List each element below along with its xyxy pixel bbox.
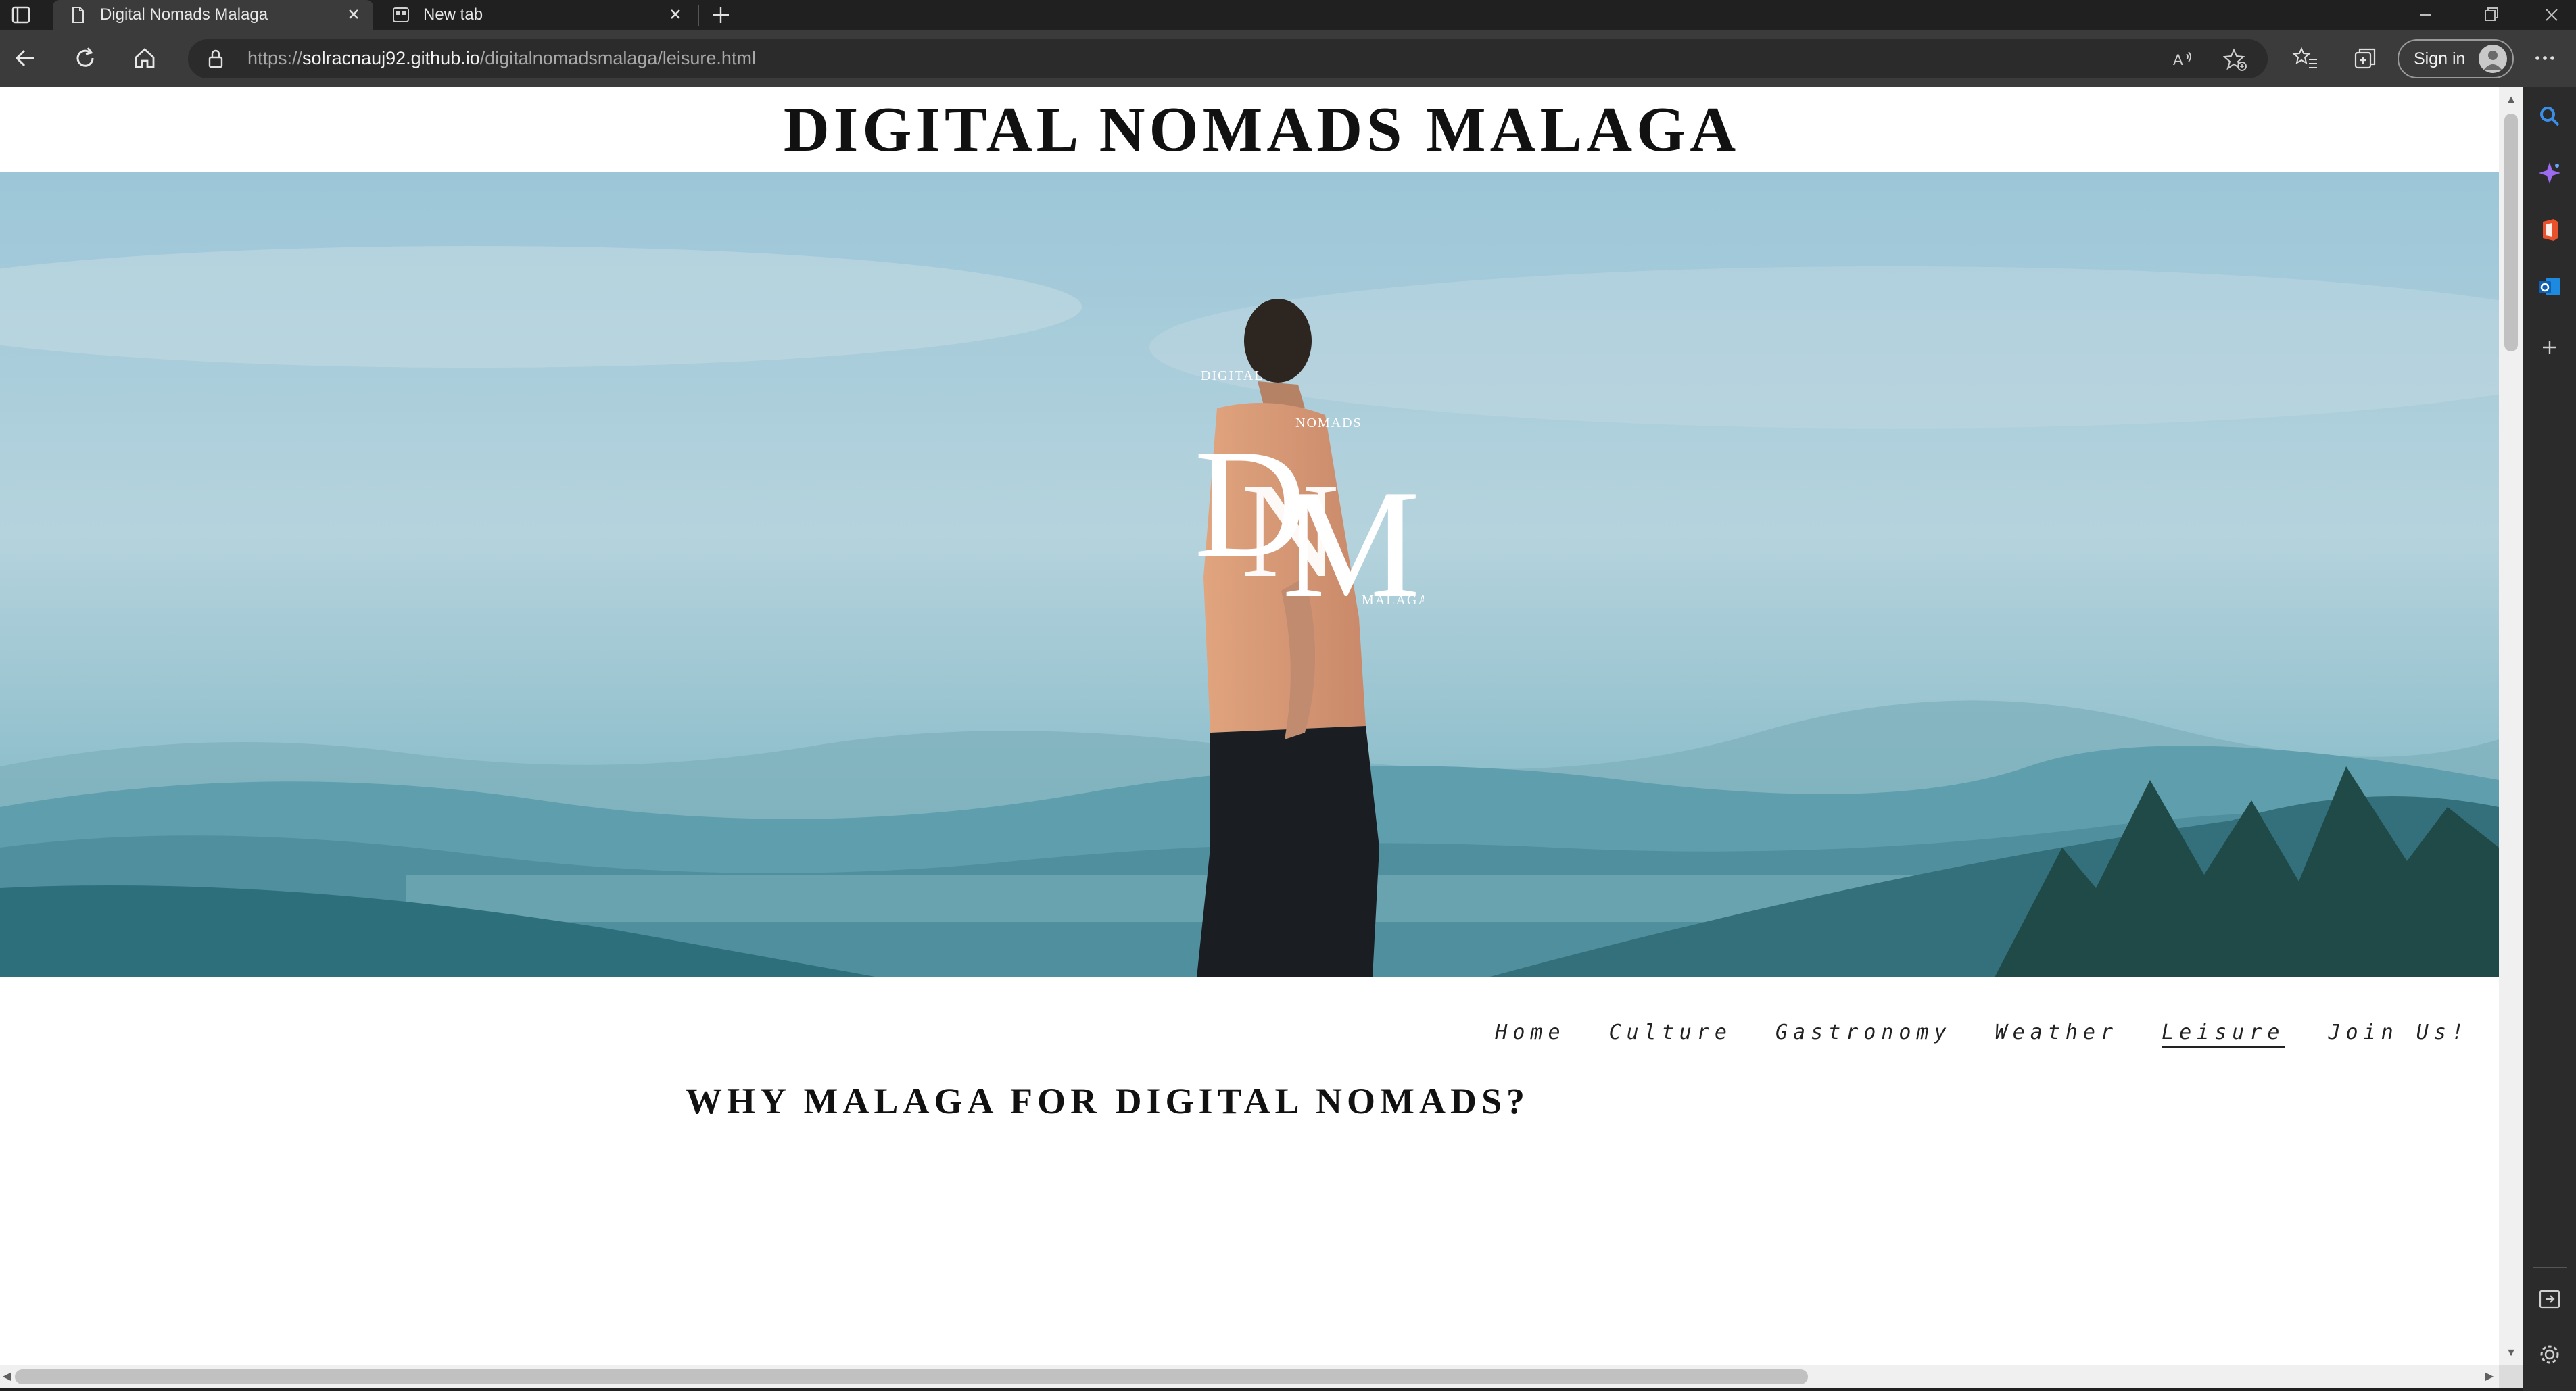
close-icon[interactable] [343,4,364,24]
nav-home[interactable]: Home [1495,1021,1565,1044]
nav-gastronomy[interactable]: Gastronomy [1775,1021,1952,1044]
nav-culture[interactable]: Culture [1609,1021,1732,1044]
nav-join-us[interactable]: Join Us! [2329,1021,2470,1044]
tab-digital-nomads[interactable]: Digital Nomads Malaga [53,0,373,30]
tab-strip: Digital Nomads Malaga New tab [0,0,2576,30]
scroll-down-icon[interactable]: ▼ [2506,1348,2517,1359]
nav-weather[interactable]: Weather [1995,1021,2118,1044]
tab-new-tab[interactable]: New tab [376,0,695,30]
address-bar[interactable]: https://solracnauj92.github.io/digitalno… [188,39,2268,78]
section-title: WHY MALAGA FOR DIGITAL NOMADS? [685,1081,1530,1121]
home-icon[interactable] [130,43,160,73]
horizontal-scroll-thumb[interactable] [15,1369,1808,1384]
profile-icon [2483,51,2502,70]
add-favorite-icon[interactable] [2223,47,2247,72]
url-path: /digitalnomadsmalaga/leisure.html [479,48,756,68]
scroll-up-icon[interactable]: ▲ [2506,95,2517,105]
lock-icon[interactable] [204,47,227,70]
url-text[interactable]: https://solracnauj92.github.io/digitalno… [247,48,756,69]
refresh-icon[interactable] [70,43,100,73]
nav-leisure[interactable]: Leisure [2162,1021,2285,1044]
scrollbar-corner [2499,1365,2523,1388]
close-icon[interactable] [665,4,686,24]
minimize-icon[interactable] [2411,1,2441,28]
copilot-icon[interactable] [2536,160,2563,187]
page-viewport: DIGITAL NOMADS MALAGA DIGITAL NOMADS MAL… [0,87,2523,1388]
tab-actions-icon[interactable] [8,4,34,26]
vertical-scroll-thumb[interactable] [2504,114,2518,351]
tab-title: New tab [423,5,483,24]
read-aloud-icon[interactable]: A [2170,47,2195,72]
settings-gear-icon[interactable] [2536,1341,2563,1368]
browser-window: Digital Nomads Malaga New tab https://so… [0,0,2576,1391]
tab-divider [698,5,699,26]
browser-toolbar: https://solracnauj92.github.io/digitalno… [0,30,2576,87]
svg-text:M: M [1282,458,1421,610]
page-icon [72,7,84,23]
url-host: solracnauj92.github.io [302,48,480,68]
scroll-left-icon[interactable]: ◀ [1,1371,12,1383]
more-options-icon[interactable] [2530,45,2560,72]
site-title: DIGITAL NOMADS MALAGA [783,95,1740,165]
scroll-right-icon[interactable]: ▶ [2484,1371,2495,1383]
favorites-icon[interactable] [2292,45,2319,72]
new-tab-plus-icon[interactable] [709,3,733,27]
office-icon[interactable] [2536,216,2563,243]
close-window-icon[interactable] [2537,1,2567,28]
edge-sidebar [2523,87,2576,1391]
back-icon[interactable] [11,43,41,73]
collections-icon[interactable] [2352,45,2379,72]
restore-icon[interactable] [2476,1,2506,28]
svg-text:A: A [2173,51,2183,68]
site-nav: Home Culture Gastronomy Weather Leisure … [1495,1021,2469,1044]
url-scheme: https:// [247,48,303,68]
horizontal-scrollbar[interactable]: ◀ ▶ [0,1365,2499,1388]
hero-image: DIGITAL NOMADS MALAGA D N M [0,172,2499,977]
outlook-icon[interactable] [2536,273,2563,300]
vertical-scrollbar[interactable]: ▲ ▼ [2499,87,2523,1365]
dnm-logo: DIGITAL NOMADS MALAGA D N M [1180,353,1424,610]
sign-in-button[interactable]: Sign in [2398,39,2514,78]
avatar [2479,45,2507,73]
newtab-icon [393,7,409,22]
hide-sidebar-icon[interactable] [2536,1286,2563,1313]
sidebar-divider [2533,1267,2567,1268]
tab-title: Digital Nomads Malaga [100,5,268,24]
add-app-icon[interactable] [2536,334,2563,361]
svg-text:DIGITAL: DIGITAL [1201,368,1264,383]
search-icon[interactable] [2536,103,2563,130]
sign-in-label: Sign in [2414,49,2466,68]
